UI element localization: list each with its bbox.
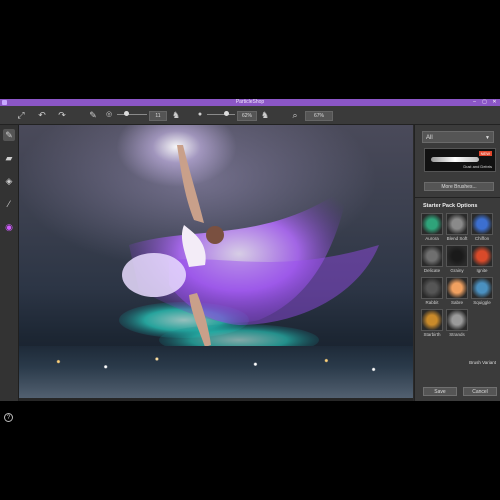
brush-thumbnail: [421, 309, 443, 331]
brush-tile-label: Blend Soft: [446, 236, 468, 241]
brush-icon[interactable]: ✎: [3, 129, 15, 141]
title-bar: ParticleShop – ▢ ✕: [0, 99, 500, 106]
image-canvas[interactable]: [19, 125, 413, 398]
eraser-icon[interactable]: ▰: [3, 152, 15, 164]
new-badge: NEW: [478, 151, 492, 156]
size-figure-icon: ♞: [171, 110, 181, 120]
chevron-down-icon: ▼: [485, 135, 490, 141]
opacity-knob[interactable]: [224, 111, 229, 116]
maximize-icon[interactable]: ▢: [480, 99, 489, 106]
divider: [415, 197, 500, 198]
opacity-dot-icon: ●: [197, 111, 203, 118]
brush-tile[interactable]: Starbirth: [421, 309, 443, 337]
brush-category-select[interactable]: All ▼: [422, 131, 494, 143]
brush-tile[interactable]: Grainy: [446, 245, 468, 273]
brush-tile-label: Grainy: [450, 268, 464, 273]
brush-thumbnail: [446, 213, 468, 235]
undo-icon[interactable]: ↶: [36, 109, 48, 121]
opacity-slider[interactable]: [207, 114, 235, 115]
brush-thumbnail: [471, 277, 493, 299]
brush-tile[interactable]: Rabbit: [421, 277, 443, 305]
particleshop-window: ParticleShop – ▢ ✕ ⤢ ↶ ↷ ✎ ◎ 11 ♞ ● 62% …: [0, 99, 500, 422]
size-circle-icon: ◎: [105, 111, 113, 118]
brush-tile-label: Aurora: [425, 236, 439, 241]
brush-thumbnail: [446, 277, 468, 299]
brush-tile-label: Squiggle: [473, 300, 491, 305]
brush-size-icon: ✎: [89, 110, 97, 120]
fit-screen-icon[interactable]: ⤢: [14, 109, 28, 121]
save-button[interactable]: Save: [423, 387, 457, 396]
color-wheel-icon[interactable]: ◉: [3, 221, 15, 233]
redo-icon[interactable]: ↷: [56, 109, 68, 121]
brush-preview[interactable]: NEW Dust and Debris: [424, 148, 496, 172]
brush-tile[interactable]: Aurora: [421, 213, 443, 241]
brush-tile-label: Delicate: [423, 268, 441, 273]
brush-thumbnail: [446, 309, 468, 331]
brush-tile[interactable]: Blend Soft: [446, 213, 468, 241]
opacity-figure-icon: ♞: [260, 110, 270, 120]
brush-tile-label: Strands: [449, 332, 465, 337]
brush-thumbnail: [421, 213, 443, 235]
close-icon[interactable]: ✕: [490, 99, 499, 106]
zoom-value[interactable]: 67%: [305, 111, 333, 121]
brush-thumbnail: [421, 277, 443, 299]
brush-thumbnail: [471, 213, 493, 235]
more-brushes-button[interactable]: More Brushes...: [424, 182, 494, 191]
brush-tile-label: Chiffon: [474, 236, 490, 241]
brush-tile-label: Ignite: [476, 268, 488, 273]
brush-tile[interactable]: Sabre: [446, 277, 468, 305]
brush-tile-label: Starbirth: [423, 332, 441, 337]
eyedropper-icon[interactable]: ⁄: [3, 198, 15, 210]
toolbar: ⤢ ↶ ↷ ✎ ◎ 11 ♞ ● 62% ♞ ⌕ 67%: [0, 106, 500, 125]
brush-tile[interactable]: Strands: [446, 309, 468, 337]
fill-icon[interactable]: ◈: [3, 175, 15, 187]
brush-size-value[interactable]: 11: [149, 111, 167, 121]
brush-size-knob[interactable]: [124, 111, 129, 116]
brush-tile[interactable]: Delicate: [421, 245, 443, 273]
brush-tile[interactable]: Ignite: [471, 245, 493, 273]
brush-panel: All ▼ NEW Dust and Debris More Brushes..…: [414, 125, 500, 401]
brush-tile-label: Rabbit: [425, 300, 439, 305]
brush-size-slider[interactable]: [117, 114, 147, 115]
city-lights: [19, 346, 413, 398]
minimize-icon[interactable]: –: [470, 99, 479, 106]
brush-tile[interactable]: Squiggle: [471, 277, 493, 305]
brush-preview-name: Dust and Debris: [463, 164, 492, 169]
brush-tile-label: Sabre: [450, 300, 463, 305]
opacity-value[interactable]: 62%: [237, 111, 257, 121]
status-bar: [19, 398, 413, 401]
cancel-button[interactable]: Cancel: [463, 387, 497, 396]
left-toolbar: ✎ ▰ ◈ ⁄ ◉ ?: [0, 125, 19, 422]
zoom-icon: ⌕: [292, 110, 298, 120]
brush-category-value: All: [426, 135, 433, 141]
brush-stroke-preview: [431, 157, 479, 162]
brush-variant-label[interactable]: Brush Variant: [469, 360, 496, 365]
brush-thumbnail: [421, 245, 443, 267]
brush-thumbnail: [446, 245, 468, 267]
brush-thumbnail: [471, 245, 493, 267]
starter-pack-header: Starter Pack Options: [423, 203, 478, 209]
brush-tile[interactable]: Chiffon: [471, 213, 493, 241]
window-title: ParticleShop: [235, 99, 265, 105]
help-icon[interactable]: ?: [4, 413, 13, 422]
